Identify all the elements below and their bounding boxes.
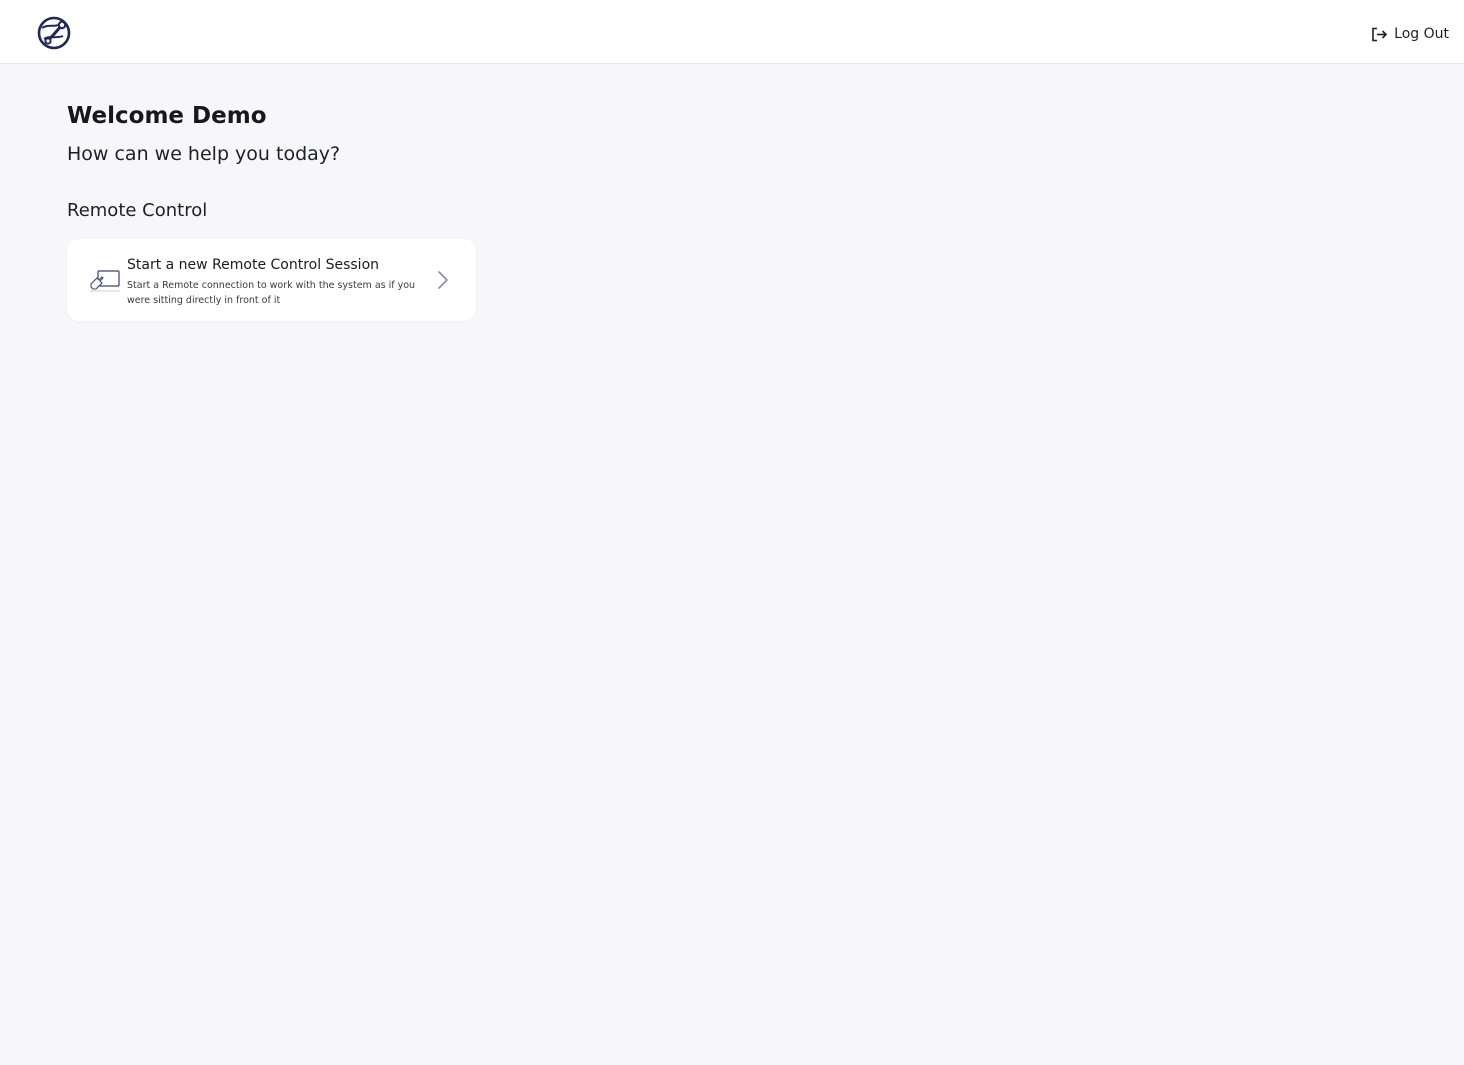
logout-button[interactable]: Log Out [1371,24,1449,44]
welcome-heading: Welcome Demo [67,103,267,129]
card-description: Start a Remote connection to work with t… [127,280,416,306]
start-remote-session-card[interactable]: Start a new Remote Control Session Start… [67,239,476,321]
logout-icon [1371,27,1388,42]
top-bar: Log Out [0,0,1464,64]
help-subtitle: How can we help you today? [67,143,341,165]
main-content: Welcome Demo How can we help you today? … [67,100,1367,321]
globe-wrench-logo-icon[interactable] [36,15,72,51]
card-title: Start a new Remote Control Session [127,257,380,273]
logout-label: Log Out [1394,26,1449,42]
section-title-remote-control: Remote Control [67,200,208,221]
chevron-right-icon [436,270,450,290]
remote-pointer-icon [89,266,121,294]
